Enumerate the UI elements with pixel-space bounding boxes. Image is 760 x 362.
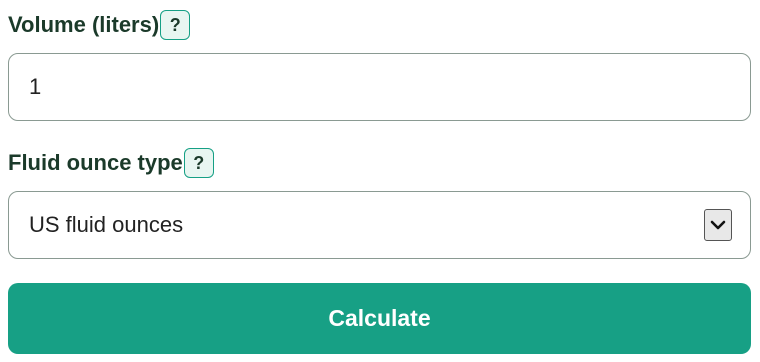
volume-label-row: Volume (liters) ? [8, 9, 191, 41]
ounce-type-label: Fluid ounce type [8, 150, 183, 175]
converter-form: Volume (liters) ? Fluid ounce type ? US … [0, 0, 760, 362]
calculate-button[interactable]: Calculate [8, 283, 751, 354]
ounce-type-select[interactable]: US fluid ounces [8, 191, 751, 259]
volume-label: Volume (liters) [8, 12, 160, 37]
ounce-type-help-button[interactable]: ? [183, 148, 214, 178]
ounce-type-selected: US fluid ounces [29, 212, 184, 237]
chevron-down-icon[interactable] [704, 209, 732, 241]
volume-help-button[interactable]: ? [160, 10, 191, 40]
ounce-type-label-row: Fluid ounce type ? [8, 147, 214, 179]
volume-input[interactable] [8, 53, 751, 121]
